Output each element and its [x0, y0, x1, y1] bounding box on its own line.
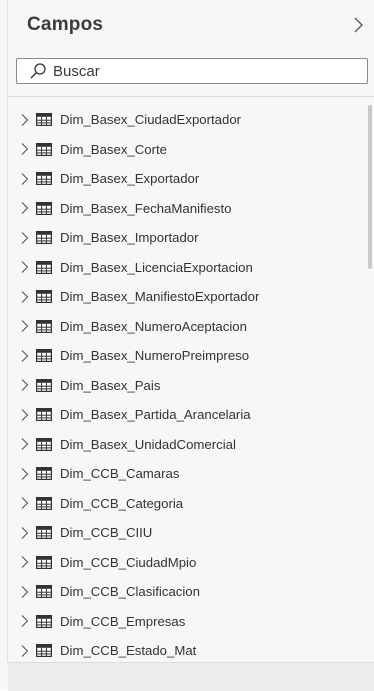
- field-table-label: Dim_Basex_Partida_Arancelaria: [60, 407, 251, 423]
- chevron-right-icon[interactable]: [20, 260, 30, 274]
- table-icon: [36, 644, 52, 658]
- field-table-item[interactable]: Dim_CCB_CIIU: [8, 518, 368, 548]
- chevron-right-icon[interactable]: [20, 378, 30, 392]
- chevron-right-icon[interactable]: [20, 142, 30, 156]
- field-table-item[interactable]: Dim_Basex_CiudadExportador: [8, 105, 368, 135]
- field-list: Dim_Basex_CiudadExportador Dim_Basex_Cort…: [8, 105, 368, 662]
- pane-footer: [8, 662, 374, 691]
- header-divider: [8, 96, 374, 97]
- field-table-label: Dim_Basex_CiudadExportador: [60, 112, 242, 128]
- field-table-item[interactable]: Dim_Basex_Partida_Arancelaria: [8, 400, 368, 430]
- field-table-label: Dim_CCB_Camaras: [60, 466, 180, 482]
- field-table-label: Dim_CCB_CIIU: [60, 525, 153, 541]
- field-table-label: Dim_Basex_Corte: [60, 141, 168, 157]
- field-table-label: Dim_Basex_LicenciaExportacion: [60, 259, 253, 275]
- field-table-item[interactable]: Dim_Basex_Exportador: [8, 164, 368, 194]
- field-table-item[interactable]: Dim_CCB_Empresas: [8, 607, 368, 637]
- chevron-right-icon[interactable]: [20, 526, 30, 540]
- chevron-right-icon[interactable]: [20, 319, 30, 333]
- chevron-right-icon[interactable]: [20, 201, 30, 215]
- table-icon: [36, 496, 52, 510]
- search-input[interactable]: [53, 59, 353, 83]
- chevron-right-icon[interactable]: [20, 231, 30, 245]
- chevron-right-icon[interactable]: [20, 408, 30, 422]
- field-table-label: Dim_Basex_Exportador: [60, 171, 200, 187]
- table-icon: [36, 113, 52, 127]
- table-icon: [36, 260, 52, 274]
- field-table-item[interactable]: Dim_Basex_LicenciaExportacion: [8, 253, 368, 283]
- field-table-item[interactable]: Dim_CCB_Categoria: [8, 489, 368, 519]
- field-table-item[interactable]: Dim_Basex_UnidadComercial: [8, 430, 368, 460]
- table-icon: [36, 290, 52, 304]
- table-icon: [36, 172, 52, 186]
- field-table-label: Dim_Basex_ManifiestoExportador: [60, 289, 260, 305]
- table-icon: [36, 231, 52, 245]
- field-table-label: Dim_Basex_UnidadComercial: [60, 436, 236, 452]
- field-table-item[interactable]: Dim_Basex_ManifiestoExportador: [8, 282, 368, 312]
- field-table-label: Dim_Basex_NumeroPreimpreso: [60, 348, 250, 364]
- field-table-item[interactable]: Dim_CCB_Clasificacion: [8, 577, 368, 607]
- chevron-right-icon[interactable]: [20, 349, 30, 363]
- field-table-item[interactable]: Dim_Basex_NumeroAceptacion: [8, 312, 368, 342]
- field-table-label: Dim_CCB_Clasificacion: [60, 584, 200, 600]
- chevron-right-icon[interactable]: [20, 113, 30, 127]
- field-table-item[interactable]: Dim_Basex_Pais: [8, 371, 368, 401]
- field-table-item[interactable]: Dim_Basex_NumeroPreimpreso: [8, 341, 368, 371]
- scrollbar-thumb[interactable]: [368, 105, 372, 269]
- field-table-label: Dim_CCB_Empresas: [60, 613, 186, 629]
- chevron-right-icon: [354, 17, 363, 33]
- table-icon: [36, 319, 52, 333]
- chevron-right-icon[interactable]: [20, 467, 30, 481]
- fields-pane: Campos Dim_Basex_CiudadExportadorDim_Bas…: [0, 0, 374, 691]
- field-table-label: Dim_Basex_Importador: [60, 230, 199, 246]
- table-icon: [36, 201, 52, 215]
- chevron-right-icon[interactable]: [20, 644, 30, 658]
- table-icon: [36, 467, 52, 481]
- field-table-item[interactable]: Dim_Basex_Importador: [8, 223, 368, 253]
- search-box[interactable]: [16, 58, 368, 84]
- pane-title: Campos: [27, 14, 104, 35]
- field-table-item[interactable]: Dim_CCB_Camaras: [8, 459, 368, 489]
- chevron-right-icon[interactable]: [20, 437, 30, 451]
- table-icon: [36, 408, 52, 422]
- table-icon: [36, 555, 52, 569]
- table-icon: [36, 585, 52, 599]
- field-table-item[interactable]: Dim_Basex_FechaManifiesto: [8, 194, 368, 224]
- field-table-label: Dim_CCB_Categoria: [60, 495, 184, 511]
- field-table-label: Dim_CCB_CiudadMpio: [60, 554, 197, 570]
- field-table-item[interactable]: Dim_Basex_Corte: [8, 135, 368, 165]
- search-icon: [30, 63, 46, 79]
- chevron-right-icon[interactable]: [20, 585, 30, 599]
- table-icon: [36, 349, 52, 363]
- field-table-item[interactable]: Dim_CCB_CiudadMpio: [8, 548, 368, 578]
- field-table-label: Dim_Basex_Pais: [60, 377, 161, 393]
- field-table-label: Dim_Basex_FechaManifiesto: [60, 200, 232, 216]
- table-icon: [36, 142, 52, 156]
- chevron-right-icon[interactable]: [20, 172, 30, 186]
- table-icon: [36, 437, 52, 451]
- collapse-pane-button[interactable]: [353, 15, 365, 35]
- field-table-label: Dim_Basex_NumeroAceptacion: [60, 318, 247, 334]
- table-icon: [36, 378, 52, 392]
- table-icon: [36, 526, 52, 540]
- pane-header: Campos: [27, 12, 367, 40]
- chevron-right-icon[interactable]: [20, 614, 30, 628]
- field-table-label: Dim_CCB_Estado_Mat: [60, 643, 197, 659]
- field-table-item[interactable]: Dim_CCB_Estado_Mat: [8, 636, 368, 662]
- chevron-right-icon[interactable]: [20, 555, 30, 569]
- chevron-right-icon[interactable]: [20, 496, 30, 510]
- chevron-right-icon[interactable]: [20, 290, 30, 304]
- table-icon: [36, 614, 52, 628]
